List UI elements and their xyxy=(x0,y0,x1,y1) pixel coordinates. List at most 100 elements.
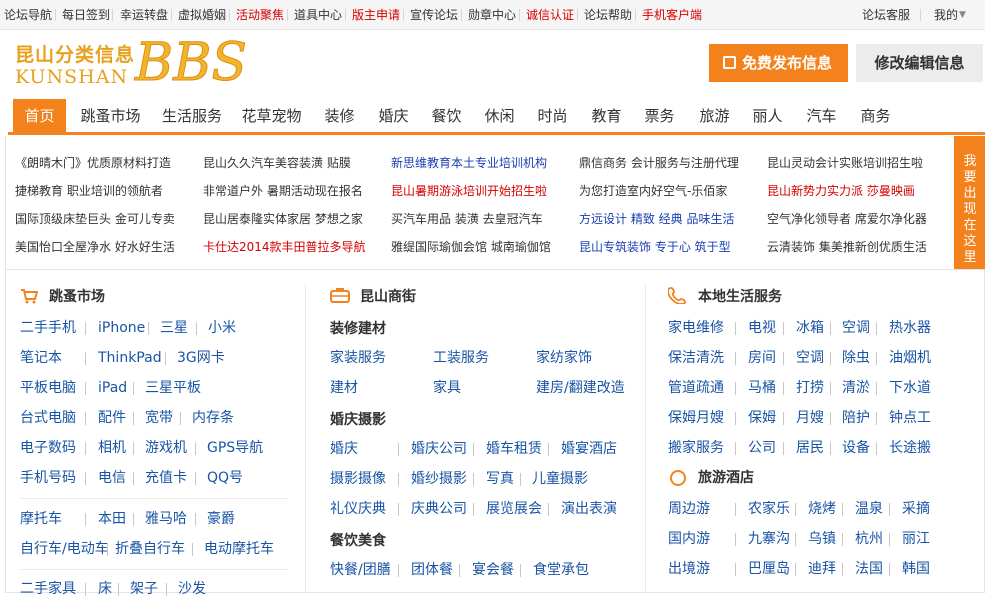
category-link[interactable]: 婚庆公司 xyxy=(411,439,467,459)
nav-item[interactable]: 时尚 xyxy=(533,99,572,132)
nav-item[interactable]: 首页 xyxy=(13,99,66,132)
category-link[interactable]: 食堂承包 xyxy=(533,560,589,580)
category-link[interactable]: 手机号码 xyxy=(20,468,76,488)
ad-link[interactable]: 方远设计 精致 经典 品味生活 xyxy=(579,205,734,233)
category-link[interactable]: 自行车/电动车 xyxy=(20,539,109,559)
category-link[interactable]: 婚纱摄影 xyxy=(411,469,467,489)
ad-link[interactable]: 昆山久久汽车美容装潢 贴膜 xyxy=(203,149,351,177)
category-title-flea-market[interactable]: 跳蚤市场 xyxy=(49,286,105,308)
ad-here-side-banner[interactable]: 我要出现在这里 xyxy=(954,136,985,269)
publish-free-info-button[interactable]: 免费发布信息 xyxy=(709,44,848,82)
topbar-link[interactable]: 勋章中心 xyxy=(468,0,516,30)
topbar-link[interactable]: 宣传论坛 xyxy=(410,0,458,30)
nav-item[interactable]: 装修 xyxy=(320,99,359,132)
category-link[interactable]: 庆典公司 xyxy=(411,499,467,519)
category-link[interactable]: 巴厘岛 xyxy=(748,559,790,579)
ad-link[interactable]: 《朗晴木门》优质原材料打造 xyxy=(15,149,171,177)
category-link[interactable]: 空调 xyxy=(842,318,870,338)
category-link[interactable]: 快餐/团膳 xyxy=(330,560,391,580)
category-link[interactable]: 空调 xyxy=(796,348,824,368)
nav-item[interactable]: 教育 xyxy=(587,99,626,132)
topbar-link[interactable]: 手机客户端 xyxy=(642,0,702,30)
topbar-link[interactable]: 论坛导航 xyxy=(4,0,52,30)
ad-link[interactable]: 昆山新势力实力派 莎曼映画 xyxy=(767,177,915,205)
category-link[interactable]: 热水器 xyxy=(889,318,931,338)
my-account-menu[interactable]: 我的 xyxy=(934,0,958,30)
nav-item[interactable]: 旅游 xyxy=(695,99,734,132)
nav-item[interactable]: 票务 xyxy=(640,99,679,132)
category-link[interactable]: 清淤 xyxy=(842,378,870,398)
category-link[interactable]: 婚庆 xyxy=(330,439,358,459)
category-link[interactable]: 礼仪庆典 xyxy=(330,499,386,519)
ad-link[interactable]: 云清装饰 集美推新创优质生活 xyxy=(767,233,927,261)
category-link[interactable]: 架子 xyxy=(130,579,158,599)
category-link[interactable]: 电视 xyxy=(748,318,776,338)
category-link[interactable]: 打捞 xyxy=(796,378,824,398)
nav-item[interactable]: 商务 xyxy=(856,99,895,132)
category-link[interactable]: 设备 xyxy=(842,438,870,458)
subcategory-title[interactable]: 旅游酒店 xyxy=(698,467,754,489)
ad-link[interactable]: 鼎信商务 会计服务与注册代理 xyxy=(579,149,739,177)
category-link[interactable]: 家具 xyxy=(433,378,461,398)
customer-service-link[interactable]: 论坛客服 xyxy=(862,0,910,30)
ad-link[interactable]: 捷梯教育 职业培训的领航者 xyxy=(15,177,163,205)
category-link[interactable]: 3G网卡 xyxy=(177,348,225,368)
subcategory-title[interactable]: 婚庆摄影 xyxy=(330,409,386,431)
category-link[interactable]: 钟点工 xyxy=(889,408,931,428)
category-link[interactable]: 床 xyxy=(98,579,112,599)
category-link[interactable]: 迪拜 xyxy=(808,559,836,579)
nav-item[interactable]: 婚庆 xyxy=(374,99,413,132)
site-logo[interactable]: 昆山分类信息 KUNSHAN BBS xyxy=(15,36,248,92)
category-link[interactable]: 冰箱 xyxy=(796,318,824,338)
category-link[interactable]: 小米 xyxy=(208,318,236,338)
category-link[interactable]: 保洁清洗 xyxy=(668,348,724,368)
category-link[interactable]: 豪爵 xyxy=(207,509,235,529)
category-link[interactable]: 折叠自行车 xyxy=(115,539,185,559)
category-link[interactable]: 台式电脑 xyxy=(20,408,76,428)
nav-item[interactable]: 生活服务 xyxy=(160,99,224,132)
category-link[interactable]: 建房/翻建改造 xyxy=(536,378,625,398)
category-link[interactable]: 二手家具 xyxy=(20,579,76,599)
category-link[interactable]: 家纺家饰 xyxy=(536,348,592,368)
ad-link[interactable]: 昆山暑期游泳培训开始招生啦 xyxy=(391,177,547,205)
ad-link[interactable]: 为您打造室内好空气-乐佰家 xyxy=(579,177,727,205)
category-link[interactable]: 烧烤 xyxy=(808,499,836,519)
topbar-link[interactable]: 版主申请 xyxy=(352,0,400,30)
category-link[interactable]: 韩国 xyxy=(902,559,930,579)
nav-item[interactable]: 汽车 xyxy=(802,99,841,132)
category-link[interactable]: 农家乐 xyxy=(748,499,790,519)
category-link[interactable]: 笔记本 xyxy=(20,348,62,368)
category-link[interactable]: 摄影摄像 xyxy=(330,469,386,489)
ad-link[interactable]: 非常道户外 暑期活动现在报名 xyxy=(203,177,363,205)
category-link[interactable]: 本田 xyxy=(98,509,126,529)
topbar-link[interactable]: 虚拟婚姻 xyxy=(178,0,226,30)
category-link[interactable]: 工装服务 xyxy=(433,348,489,368)
ad-link[interactable]: 新思维教育本土专业培训机构 xyxy=(391,149,547,177)
category-link[interactable]: 杭州 xyxy=(855,529,883,549)
ad-link[interactable]: 卡仕达2014款丰田普拉多导航 xyxy=(203,233,366,261)
nav-item[interactable]: 丽人 xyxy=(748,99,787,132)
topbar-link[interactable]: 活动聚焦 xyxy=(236,0,284,30)
category-link[interactable]: 电动摩托车 xyxy=(204,539,274,559)
category-link[interactable]: 出境游 xyxy=(668,559,710,579)
topbar-link[interactable]: 每日签到 xyxy=(62,0,110,30)
category-link[interactable]: 婚车租赁 xyxy=(486,439,542,459)
category-link[interactable]: 写真 xyxy=(486,469,514,489)
category-link[interactable]: 电子数码 xyxy=(20,438,76,458)
category-link[interactable]: 丽江 xyxy=(902,529,930,549)
category-link[interactable]: 陪护 xyxy=(842,408,870,428)
category-link[interactable]: 家装服务 xyxy=(330,348,386,368)
category-link[interactable]: 温泉 xyxy=(855,499,883,519)
ad-link[interactable]: 昆山居泰隆实体家居 梦想之家 xyxy=(203,205,363,233)
category-link[interactable]: 二手手机 xyxy=(20,318,76,338)
category-link[interactable]: 搬家服务 xyxy=(668,438,724,458)
category-link[interactable]: 充值卡 xyxy=(145,468,187,488)
category-link[interactable]: QQ号 xyxy=(207,468,243,488)
category-link[interactable]: 国内游 xyxy=(668,529,710,549)
category-link[interactable]: 展览展会 xyxy=(486,499,542,519)
category-link[interactable]: 油烟机 xyxy=(889,348,931,368)
category-link[interactable]: 团体餐 xyxy=(411,560,453,580)
subcategory-title[interactable]: 装修建材 xyxy=(330,318,386,340)
category-link[interactable]: ThinkPad xyxy=(98,348,162,368)
category-link[interactable]: 下水道 xyxy=(889,378,931,398)
